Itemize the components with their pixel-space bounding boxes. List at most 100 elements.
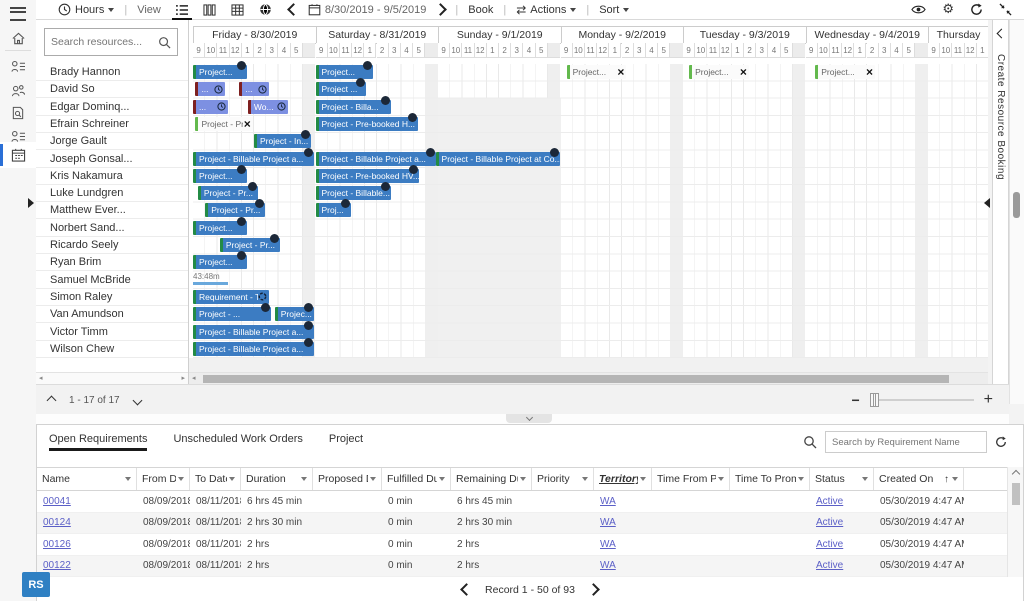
zoom-slider-thumb[interactable] <box>870 393 879 407</box>
resource-row[interactable]: Efrain Schreiner <box>36 116 188 133</box>
booking-bar[interactable]: Project - Pre-booked H... <box>316 117 418 131</box>
table-row[interactable]: 0012408/09/201808/11/20182 hrs 30 min0 m… <box>37 513 1007 535</box>
column-header-time-from-promi[interactable]: Time From Promi <box>652 468 730 490</box>
filter-dropdown-icon[interactable] <box>520 477 526 481</box>
column-header-time-to-promised[interactable]: Time To Promised <box>730 468 810 490</box>
table-row[interactable]: 0012608/09/201808/11/20182 hrs0 min2 hrs… <box>37 534 1007 556</box>
resource-row[interactable]: Simon Raley <box>36 289 188 306</box>
resource-row[interactable]: Brady Hannon <box>36 64 188 81</box>
cancel-booking-icon[interactable]: × <box>740 67 747 77</box>
cell-status[interactable]: Active <box>810 539 874 550</box>
cancel-booking-icon[interactable]: × <box>866 67 873 77</box>
vertical-scroll-thumb[interactable] <box>1013 192 1020 218</box>
booking-bar[interactable]: Wo... <box>248 100 288 114</box>
table-row[interactable]: 0012208/09/201808/11/20182 hrs0 min2 hrs… <box>37 556 1007 578</box>
booking-bar[interactable]: Project - In... <box>254 134 311 148</box>
resource-row[interactable]: Luke Lundgren <box>36 185 188 202</box>
user-avatar-badge[interactable]: RS <box>22 572 50 597</box>
resource-row[interactable]: Samuel McBride <box>36 272 188 289</box>
gantt-hscrollbar[interactable]: ◂ <box>189 372 988 384</box>
column-header-territory[interactable]: Territory <box>594 468 652 490</box>
hours-scale-dropdown[interactable]: Hours <box>58 3 114 16</box>
filter-dropdown-icon[interactable] <box>229 477 235 481</box>
cell-status[interactable]: Active <box>810 496 874 507</box>
column-header-from-da[interactable]: From Da <box>137 468 190 490</box>
filter-dropdown-icon[interactable] <box>125 477 131 481</box>
expand-left-panel-handle[interactable] <box>28 198 34 208</box>
booking-bar[interactable]: Project...× <box>567 65 627 79</box>
booking-bar[interactable]: Project - Billable Project a... <box>193 325 314 339</box>
date-range-picker[interactable]: 8/30/2019 - 9/5/2019 <box>308 3 427 16</box>
booking-bar[interactable]: Project... <box>193 221 247 235</box>
hamburger-button[interactable] <box>0 2 36 26</box>
booking-bar[interactable]: Project... <box>316 65 373 79</box>
booking-bar[interactable]: Project - Billa... <box>316 100 392 114</box>
link[interactable]: WA <box>600 517 616 528</box>
table-vscrollbar[interactable] <box>1007 467 1023 577</box>
booking-bar[interactable]: Project... <box>193 65 247 79</box>
booking-bar[interactable]: Project - Pr... <box>220 238 280 252</box>
book-button[interactable]: Book <box>468 4 493 16</box>
filter-dropdown-icon[interactable] <box>178 477 184 481</box>
booking-bar[interactable]: Project - Billable Project a... <box>316 152 437 166</box>
booking-bar[interactable]: Project - Pr...× <box>195 117 252 131</box>
filter-dropdown-icon[interactable] <box>798 477 804 481</box>
column-header-to-date[interactable]: To Date <box>190 468 241 490</box>
resource-row[interactable]: Ryan Brim <box>36 254 188 271</box>
booking-bar[interactable]: ... <box>193 100 228 114</box>
resource-row[interactable]: Kris Nakamura <box>36 168 188 185</box>
list-view-button[interactable] <box>171 0 193 19</box>
link[interactable]: WA <box>600 496 616 507</box>
filter-dropdown-icon[interactable] <box>640 477 646 481</box>
nav-requirement-groups[interactable] <box>0 101 36 125</box>
link[interactable]: Active <box>816 539 843 550</box>
booking-bar[interactable]: Project - Billable Project a... <box>193 152 314 166</box>
booking-bar[interactable]: Requirement - T... <box>193 290 269 304</box>
table-scroll-thumb[interactable] <box>1012 483 1020 505</box>
cell-name[interactable]: 00124 <box>37 517 137 528</box>
collapse-button[interactable] <box>999 3 1012 16</box>
page-down-button[interactable] <box>132 395 142 405</box>
link[interactable]: Active <box>816 496 843 507</box>
requirement-search-input[interactable] <box>825 431 987 453</box>
link[interactable]: 00041 <box>43 496 71 507</box>
booking-bar[interactable]: Project...× <box>689 65 749 79</box>
map-view-button[interactable] <box>255 0 277 19</box>
link[interactable]: 00126 <box>43 539 71 550</box>
filter-dropdown-icon[interactable] <box>952 477 958 481</box>
link[interactable]: WA <box>600 539 616 550</box>
booking-bar[interactable]: Project - Billable Project at Co... <box>436 152 560 166</box>
prev-range-button[interactable] <box>289 5 298 14</box>
columns-view-button[interactable] <box>199 0 221 19</box>
filter-dropdown-icon[interactable] <box>370 477 376 481</box>
booking-bar[interactable]: Project - Pre-booked HV... <box>316 169 420 183</box>
resource-row[interactable]: Wilson Chew <box>36 341 188 358</box>
filter-dropdown-icon[interactable] <box>862 477 868 481</box>
prev-page-button[interactable] <box>460 583 473 596</box>
link[interactable]: 00124 <box>43 517 71 528</box>
resource-row[interactable]: Ricardo Seely <box>36 237 188 254</box>
link[interactable]: Active <box>816 517 843 528</box>
booking-bar[interactable]: Project... <box>193 169 247 183</box>
tab-open-requirements[interactable]: Open Requirements <box>49 433 147 451</box>
column-header-duration[interactable]: Duration <box>241 468 313 490</box>
filter-dropdown-icon[interactable] <box>582 477 588 481</box>
cell-name[interactable]: 00122 <box>37 560 137 571</box>
cancel-booking-icon[interactable]: × <box>617 67 624 77</box>
nav-home[interactable] <box>0 26 36 50</box>
booking-bar[interactable]: Project...× <box>815 65 875 79</box>
resource-row[interactable]: David So <box>36 81 188 98</box>
booking-bar[interactable]: Project - Pr... <box>205 203 265 217</box>
cell-territory[interactable]: WA <box>594 539 652 550</box>
booking-bar[interactable]: Project - Billable Project a... <box>193 342 314 356</box>
cell-status[interactable]: Active <box>810 517 874 528</box>
column-header-proposed-du[interactable]: Proposed Du <box>313 468 382 490</box>
page-up-button[interactable] <box>47 395 57 405</box>
actions-dropdown[interactable]: ⇄ Actions <box>516 3 576 17</box>
booking-bar[interactable]: Project - Pr... <box>198 186 258 200</box>
filter-dropdown-icon[interactable] <box>718 477 724 481</box>
filter-dropdown-icon[interactable] <box>439 477 445 481</box>
resource-row[interactable]: Van Amundson <box>36 306 188 323</box>
resource-row[interactable]: Victor Timm <box>36 324 188 341</box>
zoom-out-button[interactable]: − <box>851 393 859 407</box>
